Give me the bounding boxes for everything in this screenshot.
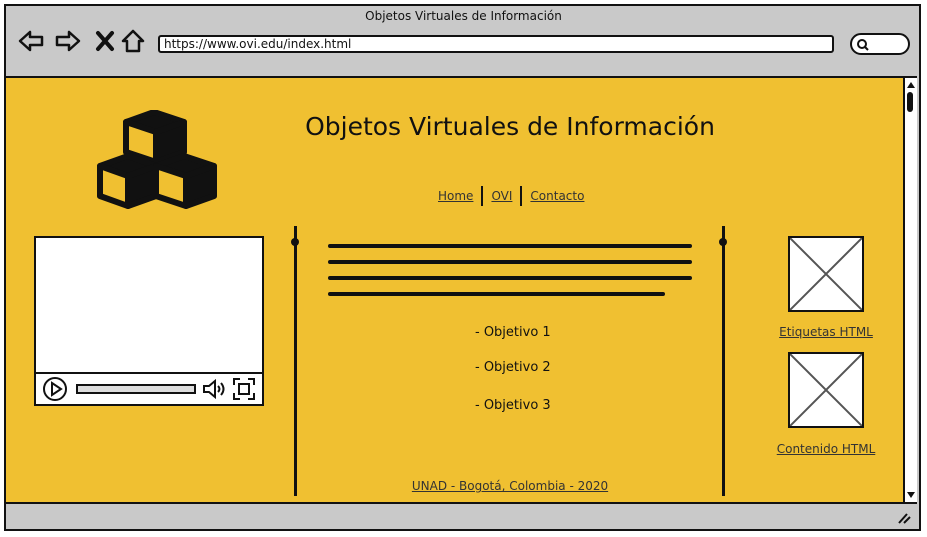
fullscreen-icon[interactable] (232, 377, 256, 401)
image-placeholder-icon (789, 237, 863, 311)
video-controls (36, 372, 262, 404)
cubes-logo-icon (97, 110, 217, 209)
image-placeholder (788, 236, 864, 312)
resize-grip-icon[interactable] (897, 512, 911, 524)
window-title: Objetos Virtuales de Información (365, 9, 562, 23)
scroll-up-icon[interactable] (905, 80, 917, 90)
page-title: Objetos Virtuales de Información (305, 112, 715, 141)
home-icon[interactable] (120, 28, 146, 54)
nav-home-link[interactable]: Home (430, 189, 481, 203)
search-icon (857, 39, 869, 51)
nav-ovi-link[interactable]: OVI (483, 189, 520, 203)
objective-item: - Objetivo 3 (475, 398, 551, 413)
divider-marker (719, 238, 727, 246)
nav-contact-link[interactable]: Contacto (522, 189, 592, 203)
volume-icon[interactable] (202, 378, 228, 400)
status-bar (6, 504, 917, 529)
objective-item: - Objetivo 2 (475, 360, 551, 375)
close-icon[interactable] (93, 28, 119, 54)
address-bar[interactable]: https://www.ovi.edu/index.html (158, 35, 834, 53)
scroll-thumb[interactable] (907, 92, 913, 112)
search-field[interactable] (850, 33, 910, 55)
video-progress-bar[interactable] (76, 384, 196, 394)
vertical-scrollbar[interactable] (903, 76, 917, 504)
contenido-html-link[interactable]: Contenido HTML (766, 442, 886, 456)
objective-item: - Objetivo 1 (475, 325, 551, 340)
arrow-right-icon[interactable] (55, 28, 81, 54)
image-placeholder-icon (789, 353, 863, 427)
image-placeholder (788, 352, 864, 428)
scroll-down-icon[interactable] (905, 490, 917, 500)
play-icon[interactable] (42, 376, 68, 402)
video-player[interactable] (34, 236, 264, 406)
etiquetas-html-link[interactable]: Etiquetas HTML (770, 325, 882, 339)
divider-marker (291, 238, 299, 246)
left-divider (294, 226, 297, 496)
nav-menu: Home OVI Contacto (430, 185, 592, 207)
text-placeholder-scribble (328, 244, 692, 296)
page-footer[interactable]: UNAD - Bogotá, Colombia - 2020 (380, 479, 640, 493)
right-divider (722, 226, 725, 496)
arrow-left-icon[interactable] (18, 28, 44, 54)
